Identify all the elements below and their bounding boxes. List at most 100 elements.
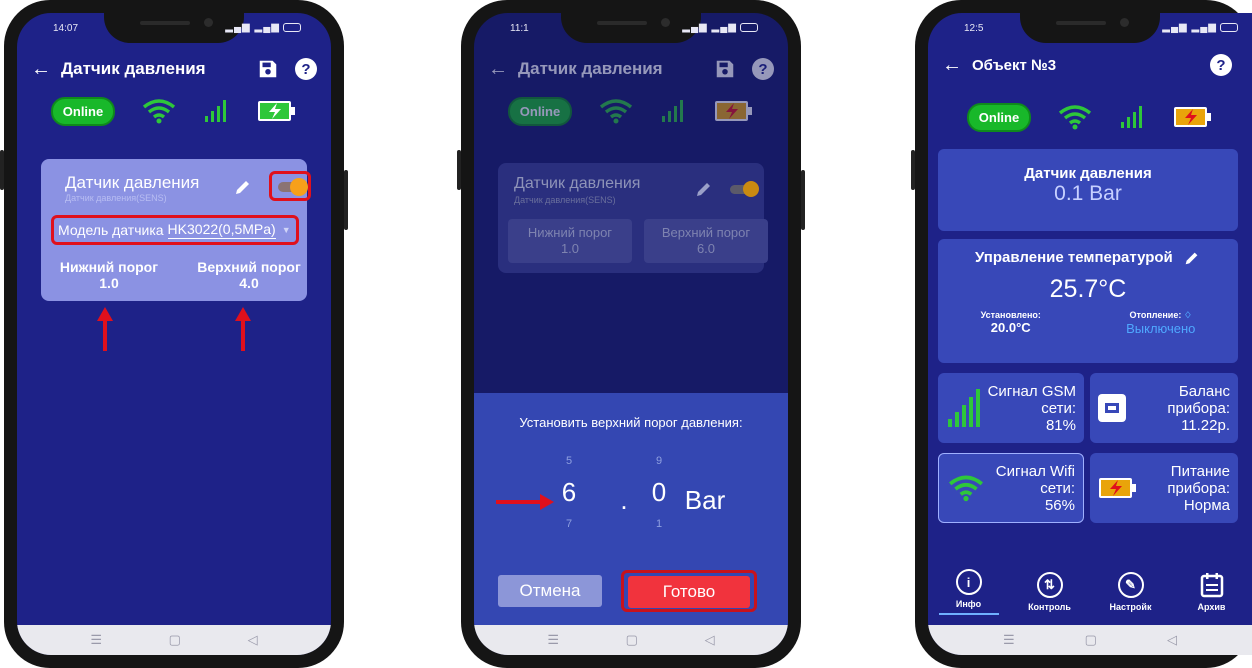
home-icon[interactable]: ▢ (169, 632, 181, 648)
flame-icon: ♢ (1183, 310, 1192, 321)
save-icon[interactable] (257, 58, 279, 80)
info-icon: i (955, 569, 982, 595)
pressure-tile[interactable]: Датчик давления 0.1 Bar (938, 149, 1238, 231)
upper-threshold-button[interactable]: Верхний порог 6.0 (644, 219, 768, 263)
power-tile[interactable]: Питание прибора: Норма (1090, 453, 1238, 523)
back-icon[interactable]: ◁ (705, 632, 715, 648)
picker-value: 6 (561, 477, 577, 507)
home-icon[interactable]: ▢ (626, 632, 638, 648)
annotation-arrow (235, 307, 251, 351)
nav-info[interactable]: i Инфо (938, 569, 999, 615)
save-icon[interactable] (714, 58, 736, 80)
battery-charging-icon (715, 101, 753, 121)
help-icon[interactable]: ? (752, 58, 774, 80)
device-status-row: Online (928, 101, 1252, 133)
home-icon[interactable]: ▢ (1085, 632, 1097, 648)
lower-threshold-label: Нижний порог (59, 259, 159, 275)
gsm-signal-icon (948, 389, 980, 427)
calendar-icon (1200, 573, 1223, 598)
nav-settings[interactable]: ✎ Настройк (1101, 572, 1161, 612)
menu-icon[interactable]: ☰ (547, 632, 559, 648)
temperature-title: Управление температурой (938, 249, 1238, 267)
back-icon[interactable]: ◁ (1167, 632, 1177, 648)
bottom-nav: i Инфо ⇅ Контроль ✎ Настройк Архив (928, 559, 1252, 625)
battery-charging-icon (1099, 478, 1136, 498)
wifi-icon (949, 475, 983, 502)
app-bar: ← Объект №3 ? (928, 43, 1252, 87)
sensor-name: Датчик давления (65, 173, 200, 192)
highlight-box (269, 171, 311, 201)
sensor-toggle[interactable] (278, 178, 308, 196)
back-arrow-icon[interactable]: ← (488, 58, 518, 81)
annotation-arrow (97, 307, 113, 351)
dropdown-arrow-icon: ▼ (281, 225, 291, 235)
phone-side-button (0, 150, 4, 190)
decimal-picker[interactable]: 9 0 1 (644, 455, 674, 530)
done-button[interactable]: Готово (628, 576, 750, 608)
help-icon[interactable]: ? (1210, 54, 1232, 76)
sensor-toggle[interactable] (730, 181, 759, 197)
upper-threshold-button[interactable]: Верхний порог 4.0 (187, 259, 311, 291)
nav-archive-label: Архив (1197, 602, 1226, 612)
wifi-icon (600, 99, 633, 124)
cancel-button[interactable]: Отмена (498, 575, 602, 607)
edit-pencil-icon[interactable] (233, 177, 253, 197)
menu-icon[interactable]: ☰ (90, 632, 102, 648)
system-nav-bar: ☰ ▢ ◁ (928, 625, 1252, 655)
set-label: Установлено: (980, 310, 1041, 321)
balance-tile[interactable]: Баланс прибора: 11.22р. (1090, 373, 1238, 443)
set-value: 20.0°C (990, 320, 1031, 336)
upper-threshold-value: 4.0 (239, 275, 259, 291)
back-icon[interactable]: ◁ (248, 632, 258, 648)
wifi-label: Сигнал Wifi сети: (995, 462, 1075, 497)
threshold-dialog: Установить верхний порог давления: 5 6 7… (474, 393, 788, 625)
phone-2: 11:1 ▂▄▆ ▂▄▆ ← Датчик давления ? Online … (457, 0, 805, 668)
gsm-label: Сигнал GSM сети: (987, 382, 1076, 417)
phone-side-button (457, 150, 461, 190)
app-bar: ← Датчик давления ? (17, 47, 331, 91)
app-bar: ← Датчик давления ? (474, 47, 788, 91)
edit-pencil-icon[interactable] (694, 179, 714, 199)
phone-3: 12:5 ▂▄▆ ▂▄▆ ← Объект №3 ? Online Датчик… (911, 0, 1252, 668)
annotation-arrow (496, 494, 554, 510)
wifi-value: 56% (1044, 496, 1075, 514)
gsm-tile[interactable]: Сигнал GSM сети: 81% (938, 373, 1084, 443)
integer-picker[interactable]: 5 6 7 (554, 455, 584, 530)
nav-archive[interactable]: Архив (1182, 572, 1242, 612)
picker-next: 7 (565, 518, 573, 530)
notch (104, 13, 244, 43)
online-badge: Online (507, 96, 573, 126)
device-status-row: Online (17, 95, 331, 127)
upper-threshold-label: Верхний порог (197, 259, 301, 275)
wifi-tile[interactable]: Сигнал Wifi сети: 56% (938, 453, 1084, 523)
page-title: Датчик давления (61, 59, 206, 78)
highlight-box: Готово (621, 570, 757, 612)
nav-control[interactable]: ⇅ Контроль (1020, 572, 1080, 612)
lower-threshold-label: Нижний порог (527, 225, 613, 240)
pressure-value: 0.1 Bar (1054, 182, 1122, 205)
wallet-icon (1098, 394, 1126, 422)
system-nav-bar: ☰ ▢ ◁ (17, 625, 331, 655)
temperature-tile[interactable]: Управление температурой 25.7°C Установле… (938, 239, 1238, 363)
wifi-icon (143, 99, 176, 124)
help-icon[interactable]: ? (295, 58, 317, 80)
page-title: Объект №3 (972, 56, 1057, 74)
online-badge: Online (50, 96, 116, 126)
gsm-signal-icon (662, 100, 684, 122)
sensor-model-select[interactable]: Модель датчика HK3022(0,5MPa) ▼ (51, 215, 299, 245)
back-arrow-icon[interactable]: ← (942, 54, 972, 77)
balance-label: Баланс прибора: (1167, 382, 1230, 417)
lower-threshold-button[interactable]: Нижний порог 1.0 (49, 259, 169, 291)
edit-pencil-icon[interactable] (1183, 249, 1201, 267)
status-icons: ▂▄▆ ▂▄▆ (225, 22, 301, 33)
back-arrow-icon[interactable]: ← (31, 58, 61, 81)
menu-icon[interactable]: ☰ (1003, 632, 1015, 648)
nav-settings-label: Настройк (1109, 602, 1152, 612)
sensor-card: Датчик давления Датчик давления(SENS) Ни… (498, 163, 768, 273)
battery-status-icon (283, 22, 301, 32)
gsm-signal-icon (205, 100, 227, 122)
sensor-card: Датчик давления Датчик давления(SENS) Мо… (41, 159, 311, 301)
lower-threshold-button[interactable]: Нижний порог 1.0 (508, 219, 632, 263)
temperature-details: Установлено: 20.0°C Отопление: ♢ Выключе… (938, 310, 1238, 336)
picker-value: 0 (651, 477, 667, 507)
